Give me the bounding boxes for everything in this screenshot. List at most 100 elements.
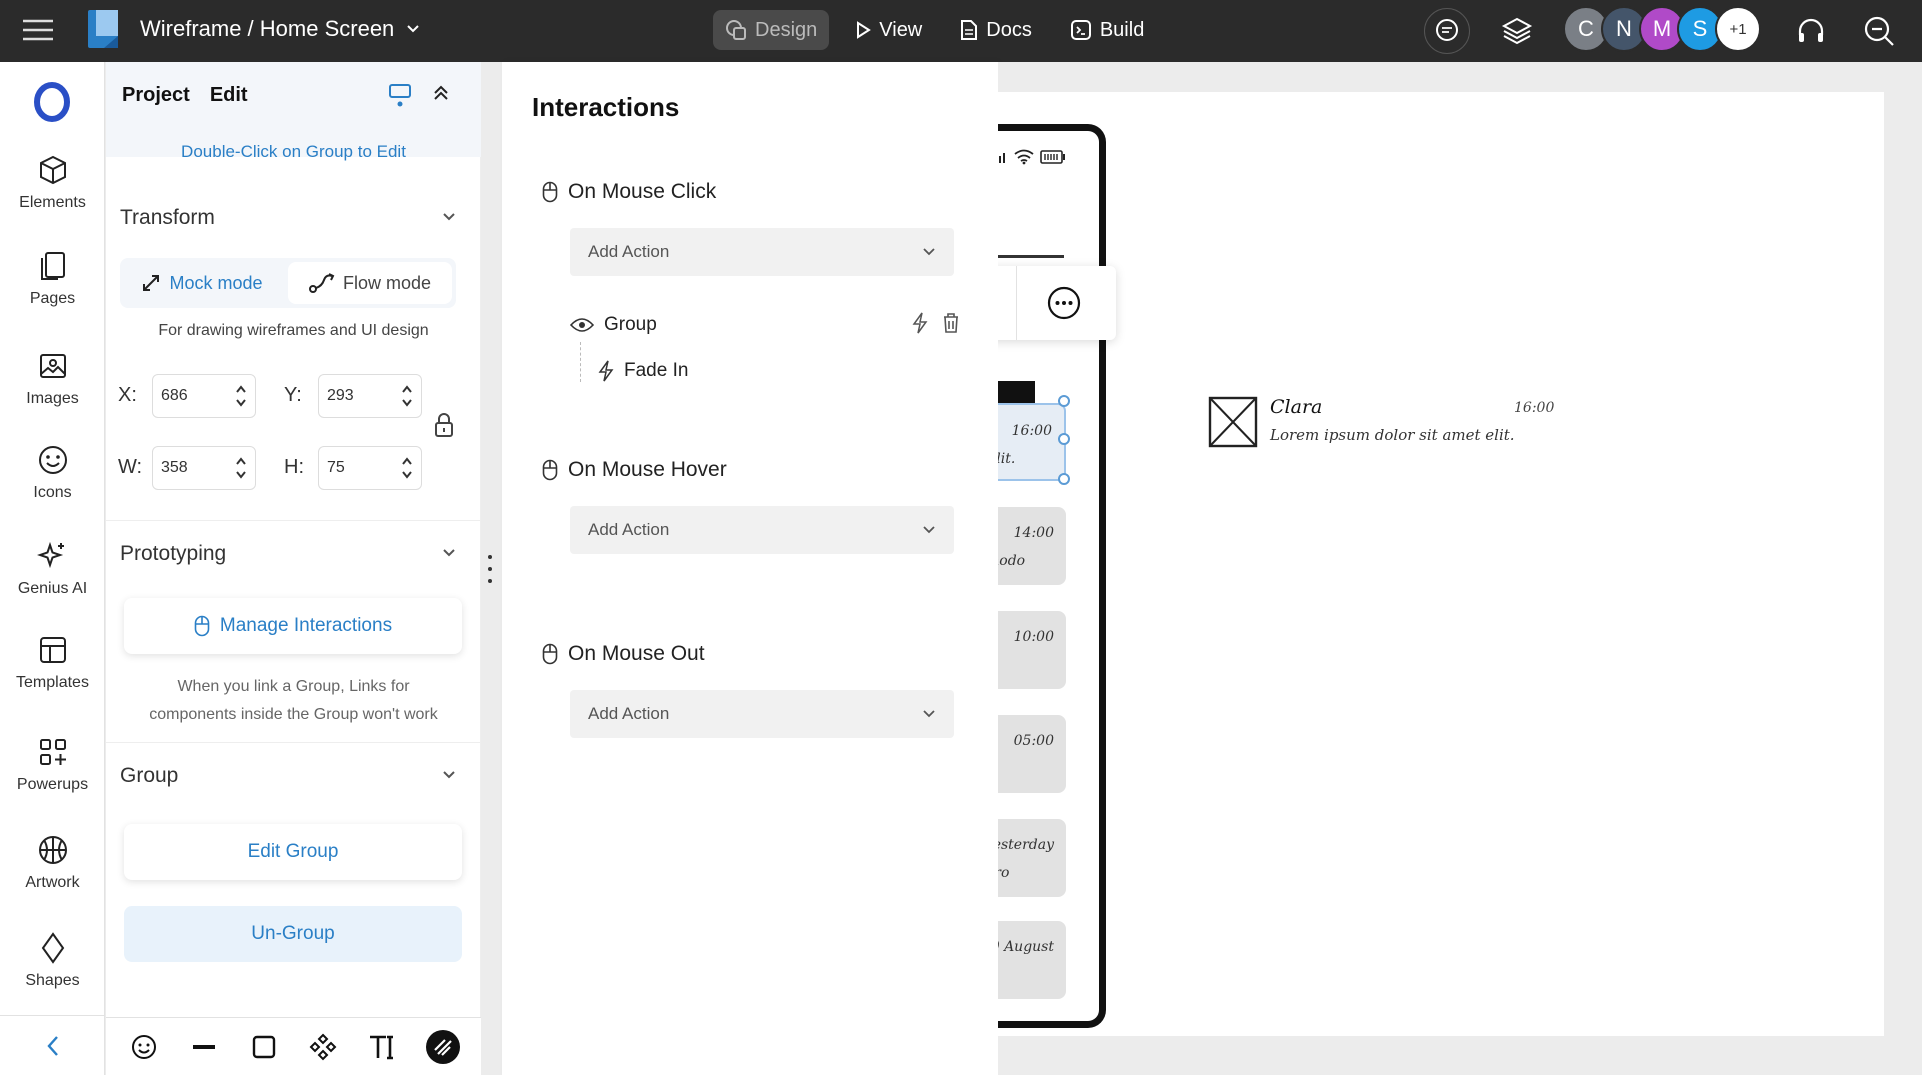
rail-item-images[interactable]: Images [0, 350, 105, 408]
list-item[interactable]: 10:00 r [998, 611, 1066, 689]
w-field[interactable] [152, 446, 256, 490]
add-action-dropdown[interactable]: Add Action [570, 506, 954, 554]
rail-item-artwork[interactable]: Artwork [0, 834, 105, 892]
app-logo[interactable] [86, 8, 122, 52]
h-input[interactable] [327, 459, 387, 477]
selection-handle[interactable] [1058, 473, 1070, 485]
left-rail: Elements Pages Images Icons Genius AI Te… [0, 62, 105, 1075]
chevron-down-icon[interactable] [442, 548, 456, 558]
manage-interactions-button[interactable]: Manage Interactions [124, 598, 462, 654]
artboard[interactable]: ts 16:00 elit. 14:00 modo 10:00 r 05:00 … [998, 92, 1884, 1036]
menu-icon[interactable] [20, 12, 56, 48]
x-label: X: [118, 384, 137, 406]
support-button[interactable] [1788, 8, 1834, 54]
x-field[interactable] [152, 374, 256, 418]
design-canvas[interactable]: ts 16:00 elit. 14:00 modo 10:00 r 05:00 … [998, 62, 1922, 1075]
list-item[interactable]: 14:00 modo [998, 507, 1066, 585]
more-options-icon[interactable] [1047, 286, 1081, 320]
selection-handle[interactable] [1058, 433, 1070, 445]
add-action-dropdown[interactable]: Add Action [570, 690, 954, 738]
interaction-target-group[interactable]: Group [570, 308, 960, 342]
y-input[interactable] [327, 387, 387, 405]
message-time: 16:00 [1011, 423, 1052, 439]
rectangle-tool-icon[interactable] [244, 1027, 284, 1067]
add-action-dropdown[interactable]: Add Action [570, 228, 954, 276]
x-input[interactable] [161, 387, 221, 405]
line-tool-icon[interactable] [184, 1027, 224, 1067]
collapse-panel-button[interactable] [0, 1015, 105, 1075]
brand-o-icon[interactable] [33, 81, 71, 123]
h-field[interactable] [318, 446, 422, 490]
emoji-tool-icon[interactable] [124, 1027, 164, 1067]
list-item[interactable]: 16:00 elit. [998, 403, 1066, 481]
layers-button[interactable] [1494, 8, 1540, 54]
stepper-icon[interactable] [401, 455, 413, 481]
stepper-icon[interactable] [235, 383, 247, 409]
add-action-placeholder: Add Action [588, 520, 670, 539]
y-field[interactable] [318, 374, 422, 418]
collapse-up-icon[interactable] [432, 84, 450, 102]
rail-item-elements[interactable]: Elements [0, 154, 105, 212]
zoom-out-button[interactable] [1856, 8, 1902, 54]
message-time: 16:00 [1514, 400, 1555, 416]
sketch-style-icon[interactable] [423, 1027, 463, 1067]
selection-handle[interactable] [1058, 395, 1070, 407]
rail-item-powerups[interactable]: Powerups [0, 736, 105, 794]
lightning-icon [598, 360, 614, 382]
chevron-down-icon [923, 710, 935, 718]
h-label: H: [284, 456, 304, 478]
wifi-icon [1014, 149, 1034, 165]
trash-icon[interactable] [942, 312, 960, 334]
component-tool-icon[interactable] [303, 1027, 343, 1067]
more-users-badge[interactable]: +1 [1715, 6, 1761, 52]
rail-item-icons[interactable]: Icons [0, 444, 105, 502]
mock-mode-option[interactable]: Mock mode [120, 258, 284, 308]
tab-design[interactable]: Design [713, 10, 830, 50]
phone-frame[interactable]: ts 16:00 elit. 14:00 modo 10:00 r 05:00 … [998, 124, 1106, 1028]
contact-name: Clara [1270, 396, 1323, 418]
rail-item-templates[interactable]: Templates [0, 634, 105, 692]
device-preview-icon[interactable] [388, 82, 412, 108]
message-time: esterday [998, 837, 1054, 853]
mouse-icon [542, 459, 558, 481]
tab-build[interactable]: Build [1058, 10, 1156, 50]
tab-project[interactable]: Project [122, 84, 190, 107]
comments-button[interactable] [1424, 8, 1470, 54]
list-item[interactable]: 05:00 [998, 715, 1066, 793]
list-item[interactable]: 0 August [998, 921, 1066, 999]
chevron-down-icon[interactable] [442, 212, 456, 222]
panel-resize-handle[interactable] [484, 555, 496, 583]
tab-view[interactable]: View [843, 10, 934, 50]
manage-interactions-label: Manage Interactions [219, 615, 393, 636]
stepper-icon[interactable] [401, 383, 413, 409]
mouse-icon [194, 615, 210, 637]
tab-edit[interactable]: Edit [210, 84, 248, 107]
message-time: 10:00 [1013, 629, 1054, 645]
w-input[interactable] [161, 459, 221, 477]
edit-group-button[interactable]: Edit Group [124, 824, 462, 880]
rail-item-genius-ai[interactable]: Genius AI [0, 540, 105, 598]
list-item[interactable]: esterday ero [998, 819, 1066, 897]
lock-ratio-icon[interactable] [434, 412, 454, 438]
properties-panel: Project Edit Double-Click on Group to Ed… [106, 62, 481, 1017]
lightning-icon[interactable] [912, 312, 928, 334]
event-label: On Mouse Hover [568, 458, 727, 481]
chat-preview-card[interactable]: Clara 16:00 Lorem ipsum dolor sit amet e… [1208, 396, 1568, 456]
stepper-icon[interactable] [235, 455, 247, 481]
chevron-left-icon [46, 1035, 58, 1056]
rail-item-shapes[interactable]: Shapes [0, 932, 105, 990]
rail-item-label: Shapes [25, 972, 80, 989]
collaborators[interactable]: C N M S +1 [1563, 6, 1761, 52]
rail-item-label: Icons [33, 484, 72, 501]
rail-item-pages[interactable]: Pages [0, 250, 105, 308]
image-icon [39, 354, 66, 378]
chevron-down-icon[interactable] [442, 770, 456, 780]
interaction-effect-fade-in[interactable]: Fade In [598, 360, 688, 382]
chevron-down-icon [923, 248, 935, 256]
document-title[interactable]: Wireframe / Home Screen [140, 16, 420, 42]
ungroup-button[interactable]: Un-Group [124, 906, 462, 962]
prototyping-title: Prototyping [120, 542, 227, 565]
text-tool-icon[interactable] [363, 1027, 403, 1067]
tab-docs[interactable]: Docs [948, 10, 1044, 50]
flow-mode-option[interactable]: Flow mode [288, 262, 452, 304]
